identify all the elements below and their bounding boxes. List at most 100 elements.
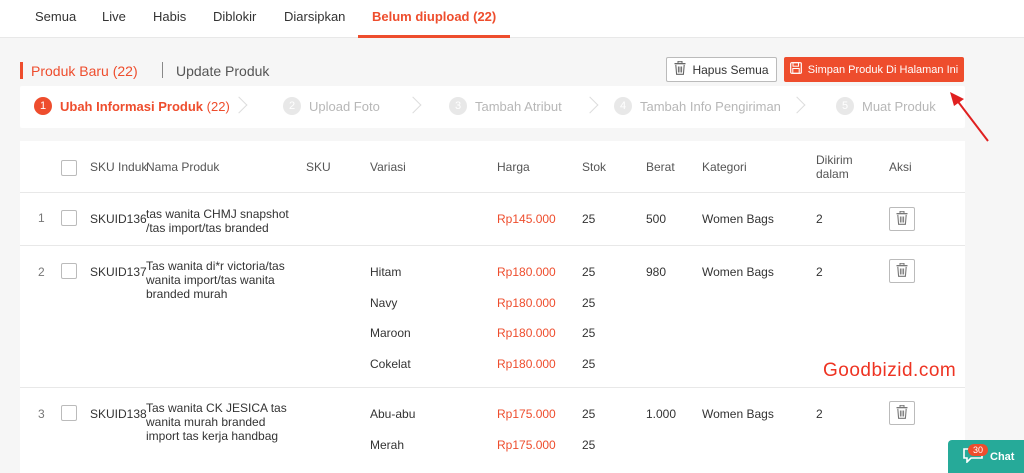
trash-icon (896, 262, 908, 280)
select-all-checkbox[interactable] (61, 160, 77, 176)
variant-name: Cokelat (370, 357, 411, 371)
step-number: 3 (449, 97, 467, 115)
variant-stock[interactable]: 25 (582, 212, 595, 226)
col-kategori: Kategori (702, 160, 747, 174)
category[interactable]: Women Bags (702, 407, 774, 421)
table-row: 3 SKUID138 Tas wanita CK JESICA tas wani… (20, 388, 965, 473)
step-3[interactable]: 3 Tambah Atribut (449, 97, 562, 115)
delete-all-label: Hapus Semua (692, 62, 769, 77)
variant-price[interactable]: Rp180.000 (497, 265, 556, 279)
row-checkbox[interactable] (61, 405, 77, 421)
row-number: 3 (38, 407, 45, 421)
step-number: 4 (614, 97, 632, 115)
variant-price[interactable]: Rp175.000 (497, 407, 556, 421)
variant-stock[interactable]: 25 (582, 438, 595, 452)
step-label: Muat Produk (862, 98, 936, 114)
col-dikirim-dalam: Dikirim dalam (816, 153, 853, 181)
variant-price[interactable]: Rp180.000 (497, 296, 556, 310)
delete-row-button[interactable] (889, 259, 915, 283)
row-number: 2 (38, 265, 45, 279)
save-page-label: Simpan Produk Di Halaman Ini (807, 63, 959, 76)
weight[interactable]: 500 (646, 212, 666, 226)
variant-stock[interactable]: 25 (582, 326, 595, 340)
chat-label: Chat (990, 450, 1015, 463)
weight[interactable]: 980 (646, 265, 666, 279)
col-berat: Berat (646, 160, 675, 174)
sku-induk: SKUID136 (90, 212, 147, 226)
annotation-arrow-icon (950, 92, 989, 142)
tab-belum-diupload[interactable]: Belum diupload (22) (358, 0, 511, 38)
tab-update-produk[interactable]: Update Produk (176, 63, 269, 79)
step-number: 2 (283, 97, 301, 115)
title-accent-bar (20, 62, 23, 79)
col-variasi: Variasi (370, 160, 406, 174)
variant-name: Abu-abu (370, 407, 416, 421)
tab-semua[interactable]: Semua (35, 0, 76, 38)
col-nama-produk: Nama Produk (146, 160, 220, 174)
trash-icon (896, 210, 908, 228)
product-name[interactable]: Tas wanita CK JESICA tas wanita murah br… (146, 401, 296, 443)
upload-steps: 1 Ubah Informasi Produk (22) 2 Upload Fo… (20, 86, 965, 128)
variant-price[interactable]: Rp180.000 (497, 357, 556, 371)
step-5[interactable]: 5 Muat Produk (836, 97, 936, 115)
step-2[interactable]: 2 Upload Foto (283, 97, 380, 115)
floppy-disk-icon (789, 62, 802, 77)
chevron-right-icon (581, 96, 599, 114)
variant-name: Hitam (370, 265, 402, 279)
variant-stock[interactable]: 25 (582, 357, 595, 371)
tab-habis[interactable]: Habis (153, 0, 186, 38)
shipping-days[interactable]: 2 (816, 407, 823, 421)
watermark-text: Goodbizid.com (823, 360, 957, 381)
chat-button[interactable]: 30 Chat (948, 440, 1024, 473)
panel-header: Produk Baru (22) Update Produk Hapus Sem… (20, 53, 965, 87)
step-4[interactable]: 4 Tambah Info Pengiriman (614, 97, 781, 115)
variant-name: Merah (370, 438, 405, 452)
col-stok: Stok (582, 160, 607, 174)
col-aksi: Aksi (889, 160, 912, 174)
trash-icon (896, 404, 908, 422)
step-number: 5 (836, 97, 854, 115)
variant-price[interactable]: Rp180.000 (497, 326, 556, 340)
delete-row-button[interactable] (889, 401, 915, 425)
col-sku-induk: SKU Induk (90, 160, 148, 174)
sku-induk: SKUID138 (90, 407, 147, 421)
title-separator (162, 62, 163, 78)
tab-produk-baru[interactable]: Produk Baru (22) (31, 63, 138, 79)
variant-price[interactable]: Rp175.000 (497, 438, 556, 452)
tab-live[interactable]: Live (102, 0, 126, 38)
variant-stock[interactable]: 25 (582, 407, 595, 421)
tab-diarsipkan[interactable]: Diarsipkan (284, 0, 345, 38)
variant-name: Maroon (370, 326, 411, 340)
sku-induk: SKUID137 (90, 265, 147, 279)
variant-stock[interactable]: 25 (582, 296, 595, 310)
variant-stock[interactable]: 25 (582, 265, 595, 279)
table-header: SKU Induk Nama Produk SKU Variasi Harga … (20, 141, 965, 193)
step-label: Tambah Atribut (475, 98, 562, 114)
shipping-days[interactable]: 2 (816, 265, 823, 279)
chevron-right-icon (788, 96, 806, 114)
save-page-button[interactable]: Simpan Produk Di Halaman Ini (784, 57, 964, 82)
tab-diblokir[interactable]: Diblokir (213, 0, 256, 38)
variant-price[interactable]: Rp145.000 (497, 212, 556, 226)
mass-upload-panel: Produk Baru (22) Update Produk Hapus Sem… (20, 53, 965, 473)
row-checkbox[interactable] (61, 263, 77, 279)
category[interactable]: Women Bags (702, 265, 774, 279)
step-label: Ubah Informasi Produk (22) (60, 98, 230, 114)
variant-name: Navy (370, 296, 398, 310)
chat-unread-badge: 30 (968, 444, 989, 456)
product-table: SKU Induk Nama Produk SKU Variasi Harga … (20, 141, 965, 473)
delete-all-button[interactable]: Hapus Semua (666, 57, 777, 82)
table-row: 1 SKUID136 tas wanita CHMJ snapshot /tas… (20, 193, 965, 246)
delete-row-button[interactable] (889, 207, 915, 231)
weight[interactable]: 1.000 (646, 407, 676, 421)
row-checkbox[interactable] (61, 210, 77, 226)
category[interactable]: Women Bags (702, 212, 774, 226)
col-harga: Harga (497, 160, 530, 174)
step-1[interactable]: 1 Ubah Informasi Produk (22) (34, 97, 230, 115)
step-label: Upload Foto (309, 98, 380, 114)
product-name[interactable]: Tas wanita di*r victoria/tas wanita impo… (146, 259, 296, 301)
product-name[interactable]: tas wanita CHMJ snapshot /tas import/tas… (146, 207, 296, 235)
step-label: Tambah Info Pengiriman (640, 98, 781, 114)
chevron-right-icon (404, 96, 422, 114)
shipping-days[interactable]: 2 (816, 212, 823, 226)
